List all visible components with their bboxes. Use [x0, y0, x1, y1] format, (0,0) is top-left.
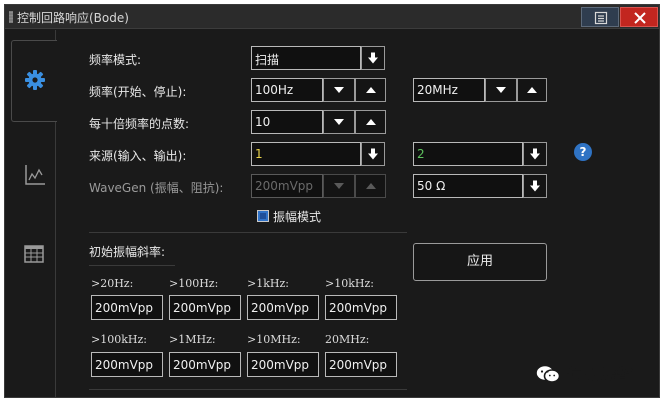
- impedance-dropdown-button[interactable]: [523, 174, 547, 198]
- source-input-select[interactable]: 1: [251, 142, 361, 166]
- wechat-icon: [535, 364, 561, 383]
- watermark: 信号完整性: [535, 363, 642, 384]
- amp-freq-label: >10MHz:: [247, 333, 301, 346]
- caret-up-icon: [365, 119, 376, 125]
- source-output-select[interactable]: 2: [413, 142, 523, 166]
- title-bar[interactable]: 控制回路响应(Bode): [5, 5, 659, 29]
- amp-value-field[interactable]: 200mVpp: [247, 352, 319, 377]
- freq-stop-field[interactable]: 20MHz: [413, 78, 485, 102]
- amp-freq-label: 20MHz:: [325, 333, 370, 346]
- freq-start-field[interactable]: 100Hz: [251, 78, 323, 102]
- freq-mode-select[interactable]: 扫描: [251, 46, 361, 70]
- divider: [89, 232, 407, 233]
- points-up-button[interactable]: [355, 110, 386, 134]
- table-icon: [24, 245, 44, 263]
- points-per-decade-field[interactable]: 10: [251, 110, 323, 134]
- amp-value-field[interactable]: 200mVpp: [91, 352, 163, 377]
- freq-stop-down-button[interactable]: [485, 78, 517, 102]
- menu-icon: [594, 11, 608, 25]
- arrow-down-icon: [530, 180, 540, 192]
- drag-grip-icon[interactable]: [9, 11, 13, 23]
- arrow-down-icon: [368, 148, 378, 160]
- gear-icon: [25, 70, 45, 90]
- amplitude-up-button[interactable]: [355, 174, 386, 198]
- divider: [89, 389, 407, 390]
- close-button[interactable]: [620, 7, 658, 27]
- amplitude-down-button[interactable]: [323, 174, 355, 198]
- amp-freq-label: >1kHz:: [247, 277, 289, 290]
- sidebar: [5, 30, 57, 397]
- freq-stop-up-button[interactable]: [517, 78, 547, 102]
- caret-down-icon: [334, 87, 344, 93]
- tab-chart[interactable]: [11, 135, 57, 215]
- settings-panel: 频率模式: 扫描 频率(开始、停止): 100Hz 20MHz 每十倍频率的点数…: [57, 30, 659, 397]
- caret-up-icon: [365, 183, 376, 189]
- bode-dialog: 控制回路响应(Bode) 频率模式: 扫描 频率(开始、停止): 100Hz 2…: [4, 4, 660, 398]
- points-down-button[interactable]: [323, 110, 355, 134]
- amp-value-field[interactable]: 200mVpp: [325, 352, 397, 377]
- amp-value-field[interactable]: 200mVpp: [247, 295, 319, 320]
- amp-mode-checkbox[interactable]: [257, 210, 269, 222]
- amp-value-field[interactable]: 200mVpp: [169, 295, 241, 320]
- freq-mode-label: 频率模式:: [89, 53, 142, 67]
- tab-table[interactable]: [11, 215, 57, 295]
- arrow-down-icon: [368, 52, 378, 64]
- title-underline: [89, 265, 175, 266]
- amp-value-field[interactable]: 200mVpp: [325, 295, 397, 320]
- source-output-dropdown-button[interactable]: [523, 142, 547, 166]
- amp-freq-label: >20Hz:: [91, 277, 134, 290]
- window-title: 控制回路响应(Bode): [17, 11, 129, 25]
- caret-up-icon: [365, 87, 376, 93]
- source-label: 来源(输入、输出):: [89, 149, 187, 163]
- amp-freq-label: >100kHz:: [91, 333, 147, 346]
- watermark-text: 信号完整性: [567, 365, 643, 383]
- amp-value-field[interactable]: 200mVpp: [91, 295, 163, 320]
- amp-profile-title: 初始振幅斜率:: [89, 245, 166, 259]
- caret-down-icon: [334, 119, 344, 125]
- arrow-down-icon: [530, 148, 540, 160]
- caret-down-icon: [496, 87, 506, 93]
- freq-mode-dropdown-button[interactable]: [361, 46, 385, 70]
- wavegen-amplitude-field[interactable]: 200mVpp: [251, 174, 323, 198]
- caret-down-icon: [334, 183, 344, 189]
- tab-settings[interactable]: [11, 40, 57, 122]
- freq-range-label: 频率(开始、停止):: [89, 85, 187, 99]
- points-per-decade-label: 每十倍频率的点数:: [89, 117, 190, 131]
- amp-freq-label: >10kHz:: [325, 277, 374, 290]
- close-icon: [634, 12, 646, 24]
- amp-freq-label: >1MHz:: [169, 333, 216, 346]
- amp-mode-label: 振幅模式: [273, 210, 322, 224]
- amp-freq-label: >100Hz:: [169, 277, 219, 290]
- wavegen-impedance-select[interactable]: 50 Ω: [413, 174, 523, 198]
- caret-up-icon: [527, 87, 537, 93]
- amp-value-field[interactable]: 200mVpp: [169, 352, 241, 377]
- menu-button[interactable]: [581, 7, 619, 27]
- apply-button[interactable]: 应用: [413, 243, 547, 281]
- freq-start-down-button[interactable]: [323, 78, 355, 102]
- wavegen-label: WaveGen (振幅、阻抗):: [89, 181, 224, 195]
- help-button[interactable]: ?: [574, 143, 592, 161]
- freq-start-up-button[interactable]: [355, 78, 386, 102]
- source-input-dropdown-button[interactable]: [361, 142, 385, 166]
- line-chart-icon: [25, 165, 45, 185]
